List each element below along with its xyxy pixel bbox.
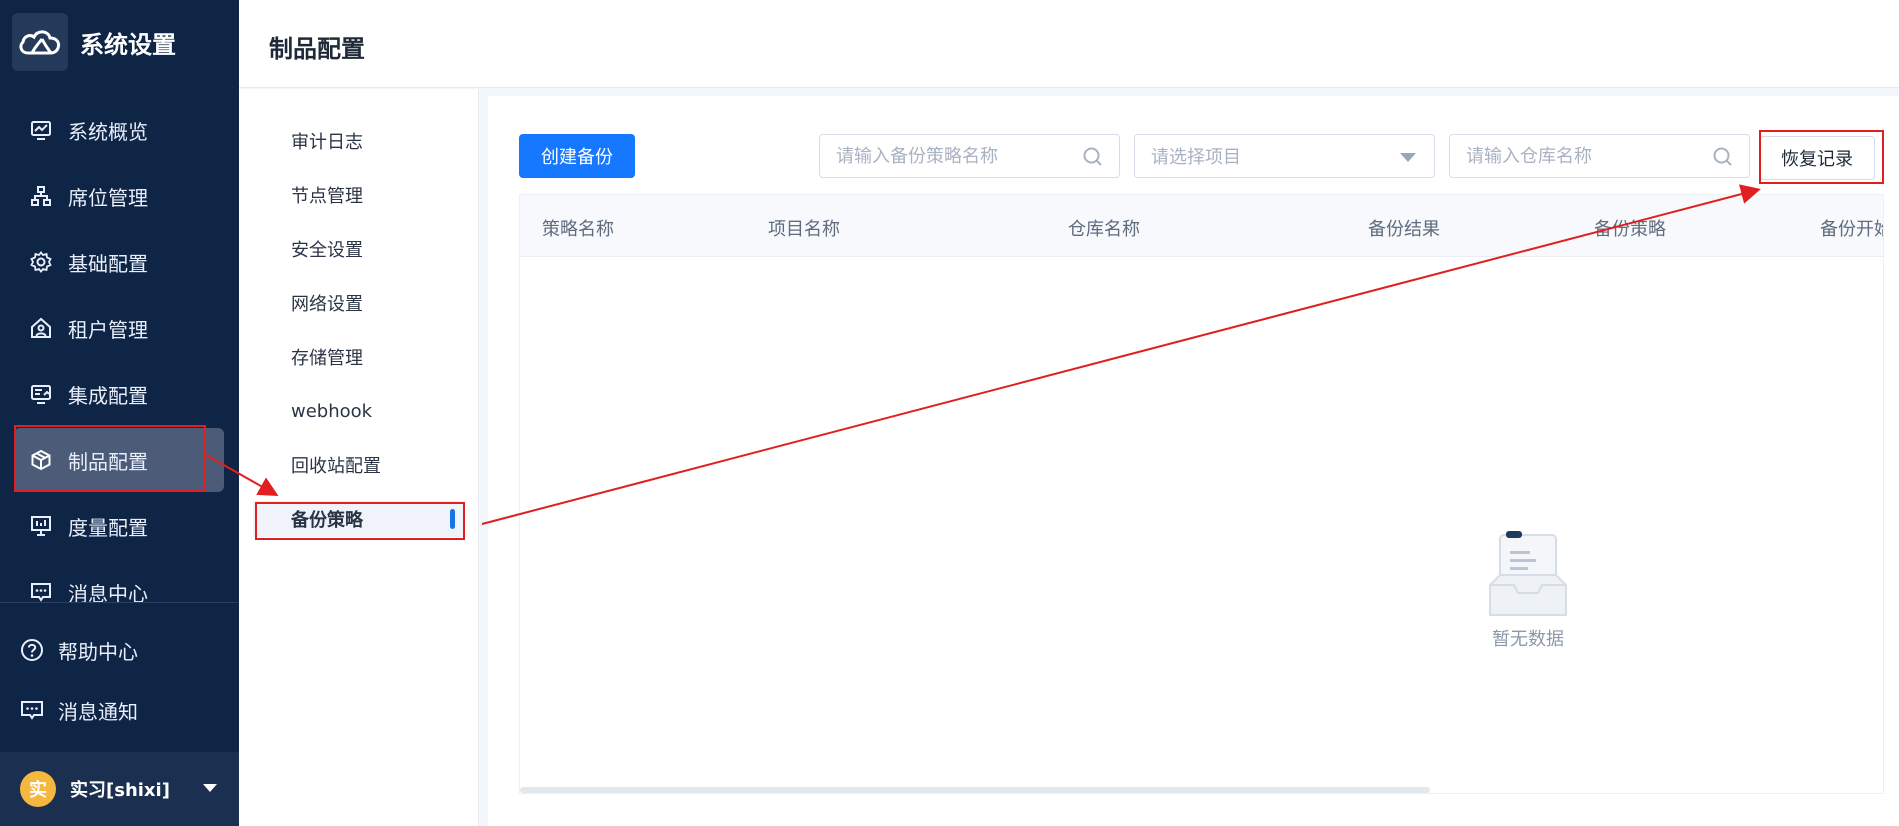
sidebar-nav: 系统概览 席位管理 基础配置 租户管理 集成配置 制品配置 度量配置 消息中心: [14, 98, 224, 626]
sidebar-item-artifact-config[interactable]: 制品配置: [14, 428, 224, 492]
integration-screen-icon: [28, 381, 54, 407]
active-indicator: [450, 509, 455, 529]
create-backup-button[interactable]: 创建备份: [519, 134, 635, 178]
sidebar-item-label: 度量配置: [68, 515, 148, 540]
app-root: 系统设置 系统概览 席位管理 基础配置 租户管理 集成配置 制品配置 度量配置 …: [0, 0, 1899, 826]
brand: 系统设置: [12, 13, 176, 71]
content-card: 创建备份 请选择项目 恢复记录 策略名称 项目名称 仓库名称 备份结果: [488, 96, 1899, 826]
column-header: 仓库名称: [1068, 219, 1140, 240]
cloud-logo-icon: [12, 13, 68, 71]
empty-state: 暂无数据: [1480, 531, 1576, 651]
user-menu[interactable]: 实 实习[shixi]: [0, 752, 239, 826]
repo-search-field[interactable]: [1449, 134, 1750, 178]
page-title: 制品配置: [269, 35, 365, 63]
project-select-placeholder: 请选择项目: [1151, 147, 1241, 168]
submenu-item-audit-log[interactable]: 审计日志: [253, 123, 463, 159]
sidebar-item-seats[interactable]: 席位管理: [14, 164, 224, 228]
sidebar-item-notifications[interactable]: 消息通知: [14, 680, 224, 740]
sidebar-item-integration[interactable]: 集成配置: [14, 362, 224, 426]
sidebar-item-label: 制品配置: [68, 449, 148, 474]
repo-search-input[interactable]: [1466, 145, 1749, 167]
user-name: 实习[shixi]: [70, 780, 170, 801]
column-header: 项目名称: [768, 219, 840, 240]
sidebar-item-messages[interactable]: 消息中心: [14, 560, 224, 624]
submenu-item-backup-policy[interactable]: 备份策略: [253, 501, 463, 537]
help-circle-icon: [18, 636, 46, 664]
submenu-item-recycle-bin[interactable]: 回收站配置: [253, 447, 463, 483]
caret-down-icon[interactable]: [203, 784, 217, 792]
submenu-item-webhook[interactable]: webhook: [253, 393, 463, 429]
backup-policy-table: 策略名称 项目名称 仓库名称 备份结果 备份策略 备份开始 暂: [519, 194, 1884, 794]
search-icon[interactable]: [1711, 145, 1735, 169]
sidebar-item-label: 帮助中心: [58, 639, 138, 664]
search-icon[interactable]: [1081, 145, 1105, 169]
submenu-item-security-settings[interactable]: 安全设置: [253, 231, 463, 267]
project-select[interactable]: 请选择项目: [1134, 134, 1435, 178]
org-chart-icon: [28, 183, 54, 209]
sidebar-item-label: 集成配置: [68, 383, 148, 408]
column-header: 备份开始: [1820, 219, 1883, 240]
page-header: 制品配置: [239, 0, 1899, 88]
policy-search-input[interactable]: [836, 145, 1119, 167]
policy-search-field[interactable]: [819, 134, 1120, 178]
submenu-item-node-management[interactable]: 节点管理: [253, 177, 463, 213]
submenu-item-network-settings[interactable]: 网络设置: [253, 285, 463, 321]
gear-icon: [28, 249, 54, 275]
sidebar-item-metrics[interactable]: 度量配置: [14, 494, 224, 558]
sidebar-item-label: 系统概览: [68, 119, 148, 144]
sidebar-item-label: 消息通知: [58, 699, 138, 724]
horizontal-scrollbar[interactable]: [520, 787, 1430, 793]
column-header: 备份策略: [1594, 219, 1666, 240]
submenu-item-label: 备份策略: [291, 510, 363, 531]
column-header: 策略名称: [542, 219, 614, 240]
secondary-menu: 审计日志 节点管理 安全设置 网络设置 存储管理 webhook 回收站配置 备…: [239, 89, 479, 826]
sidebar-item-label: 基础配置: [68, 251, 148, 276]
column-header: 备份结果: [1368, 219, 1440, 240]
empty-text: 暂无数据: [1492, 629, 1564, 650]
sidebar: 系统设置 系统概览 席位管理 基础配置 租户管理 集成配置 制品配置 度量配置 …: [0, 0, 239, 826]
sidebar-item-tenants[interactable]: 租户管理: [14, 296, 224, 360]
dashboard-board-icon: [28, 513, 54, 539]
restore-records-button[interactable]: 恢复记录: [1759, 136, 1875, 180]
house-user-icon: [28, 315, 54, 341]
sidebar-item-basic-config[interactable]: 基础配置: [14, 230, 224, 294]
monitor-chart-icon: [28, 117, 54, 143]
brand-title: 系统设置: [80, 30, 176, 59]
notification-message-icon: [18, 696, 46, 724]
avatar: 实: [20, 771, 56, 807]
sidebar-item-help[interactable]: 帮助中心: [14, 620, 224, 680]
submenu-item-storage-management[interactable]: 存储管理: [253, 339, 463, 375]
sidebar-bottom-nav: 帮助中心 消息通知: [14, 620, 224, 740]
empty-inbox-icon: [1489, 531, 1567, 616]
table-header: 策略名称 项目名称 仓库名称 备份结果 备份策略 备份开始: [520, 195, 1883, 257]
sidebar-item-label: 席位管理: [68, 185, 148, 210]
sidebar-divider: [0, 602, 239, 603]
caret-down-icon: [1400, 153, 1416, 162]
sidebar-item-overview[interactable]: 系统概览: [14, 98, 224, 162]
sidebar-item-label: 租户管理: [68, 317, 148, 342]
package-box-icon: [28, 447, 54, 473]
